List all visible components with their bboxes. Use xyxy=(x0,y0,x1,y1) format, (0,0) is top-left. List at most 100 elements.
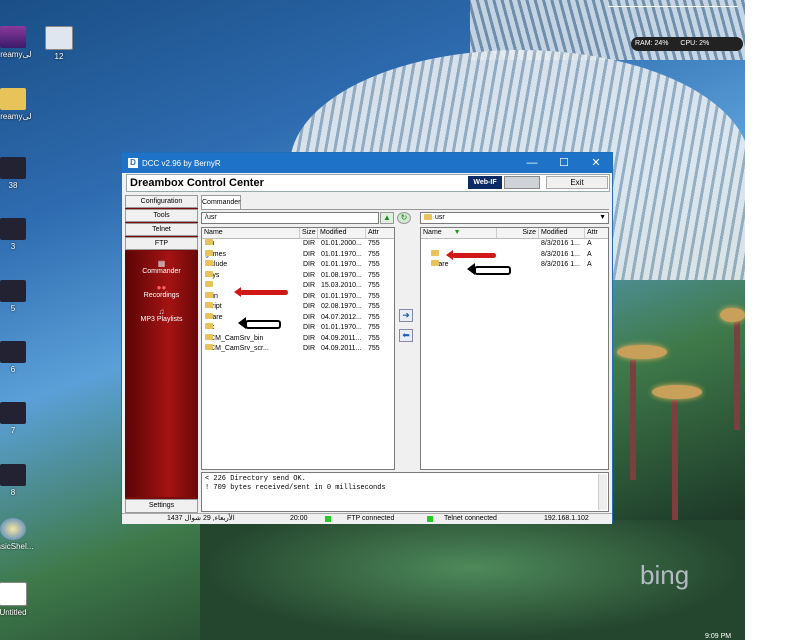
desktop-icon[interactable]: assicShel... xyxy=(0,518,40,551)
file-attr: A xyxy=(587,250,592,258)
file-row[interactable]: ..8/3/2016 1...A xyxy=(421,239,608,250)
left-file-list[interactable]: Name Size Modified Attr bin DIR 01.01.2000… xyxy=(201,227,395,470)
desktop-icon[interactable]: 7 xyxy=(0,402,40,435)
log-scrollbar[interactable] xyxy=(598,474,607,510)
folder-icon xyxy=(424,214,432,220)
file-size: DIR xyxy=(302,250,316,258)
col-attr[interactable]: Attr xyxy=(585,228,608,238)
desktop-icon-label: 12 xyxy=(54,52,64,61)
file-modified: 01.01.1970... xyxy=(321,324,362,331)
widget-border xyxy=(608,6,738,7)
remote-control-icon[interactable] xyxy=(504,176,540,189)
desktop-icon[interactable]: 5 xyxy=(0,280,40,313)
file-modified: 01.01.2000... xyxy=(321,240,362,247)
telnet-button[interactable]: Telnet xyxy=(125,223,198,236)
col-modified[interactable]: Modified xyxy=(539,228,585,238)
cpu-usage: CPU: 2% xyxy=(680,40,710,47)
file-name-text: UCM_CamSrv_bin xyxy=(205,334,264,342)
settings-button[interactable]: Settings xyxy=(125,499,198,513)
right-path-value: usr xyxy=(435,214,445,221)
folder-icon xyxy=(205,344,213,350)
file-attr: 755 xyxy=(368,282,380,289)
ftp-button[interactable]: FTP xyxy=(125,237,198,250)
webif-logo[interactable]: Web-IF xyxy=(468,176,502,189)
ftp-status-led xyxy=(325,516,331,522)
log-output[interactable]: < 226 Directory send OK. ! 709 bytes rec… xyxy=(201,472,609,512)
taskbar-clock[interactable]: 9:09 PM xyxy=(705,633,731,640)
file-row[interactable]: share 8/3/2016 1... A xyxy=(421,260,608,271)
wallpaper-tree-trunk xyxy=(630,360,636,480)
file-row[interactable]: include DIR 01.01.1970... 755 xyxy=(202,260,394,271)
desktop-icon[interactable]: 3 xyxy=(0,218,40,251)
copy-left-button[interactable]: ⬅ xyxy=(399,329,413,342)
video-file-icon xyxy=(0,280,26,302)
up-folder-button[interactable]: ▲ xyxy=(380,212,394,224)
configuration-button[interactable]: Configuration xyxy=(125,195,198,208)
file-row[interactable]: games DIR 01.01.1970... 755 xyxy=(202,249,394,261)
file-modified: 8/3/2016 1... xyxy=(541,240,580,247)
video-file-icon xyxy=(0,341,26,363)
file-attr: 755 xyxy=(368,334,380,342)
col-name[interactable]: Name ▼ xyxy=(421,228,497,238)
copy-right-button[interactable]: ➜ xyxy=(399,309,413,322)
right-file-list[interactable]: Name ▼ Size Modified Attr ..8/3/2016 1..… xyxy=(420,227,609,470)
close-button[interactable]: ✕ xyxy=(580,153,612,173)
col-size[interactable]: Size xyxy=(300,228,318,238)
desktop-icon[interactable]: 8 xyxy=(0,464,40,497)
file-row[interactable]: bin DIR 01.01.2000... 755 xyxy=(202,239,394,250)
file-name: include xyxy=(205,260,297,270)
file-row[interactable]: keys DIR 01.08.1970... 755 xyxy=(202,270,394,282)
file-row[interactable]: UCM_CamSrv_scr... DIR 04.09.2011... 755 xyxy=(202,344,394,355)
folder-icon xyxy=(205,260,213,266)
desktop-icon-label: 6 xyxy=(10,365,16,374)
file-modified: 01.01.1970... xyxy=(321,292,362,300)
file-attr: 755 xyxy=(368,345,380,352)
video-file-icon xyxy=(0,157,26,179)
recordings-nav[interactable]: ●● Recordings xyxy=(125,283,198,299)
desktop-icon-label: 8 xyxy=(10,488,16,497)
desktop-icon[interactable]: 12 xyxy=(32,26,86,61)
wallpaper-tree-trunk xyxy=(734,320,740,430)
file-row[interactable]: sbinDIR01.01.1970...755 xyxy=(202,291,394,303)
col-size[interactable]: Size xyxy=(497,228,539,238)
file-name: UCM_CamSrv_scr... xyxy=(205,344,297,354)
file-size: DIR xyxy=(302,303,316,310)
file-size: DIR xyxy=(302,240,316,247)
commander-nav[interactable]: ▦ Commander xyxy=(125,259,198,275)
file-row[interactable]: srcDIR01.01.1970...755 xyxy=(202,323,394,334)
file-name: script xyxy=(205,302,297,312)
file-row[interactable]: script DIR 02.08.1970... 755 xyxy=(202,302,394,313)
status-time: 20:00 xyxy=(290,515,308,522)
tools-button[interactable]: Tools xyxy=(125,209,198,222)
exit-button[interactable]: Exit xyxy=(546,176,608,189)
col-attr[interactable]: Attr xyxy=(366,228,394,238)
file-attr: A xyxy=(587,240,592,247)
right-path-dropdown[interactable]: usr ▼ xyxy=(420,212,609,224)
annotation-arrow-black xyxy=(238,317,281,329)
maximize-button[interactable]: ☐ xyxy=(548,153,580,173)
tab-commander[interactable]: Commander xyxy=(201,195,241,209)
window-titlebar[interactable]: D DCC v2.96 by BernyR — ☐ ✕ xyxy=(122,153,612,173)
desktop-icon[interactable]: Dreamyلی xyxy=(0,88,40,121)
right-column-header: Name ▼ Size Modified Attr xyxy=(421,228,608,239)
col-modified[interactable]: Modified xyxy=(318,228,366,238)
desktop-icon-label: assicShel... xyxy=(0,542,34,551)
mp3-playlists-nav[interactable]: ♫ MP3 Playlists xyxy=(125,307,198,323)
system-monitor-widget[interactable]: RAM: 24% CPU: 2% xyxy=(631,37,743,51)
file-row[interactable]: share DIR 04.07.2012... 755 xyxy=(202,312,394,324)
file-row[interactable]: UCM_CamSrv_bin DIR 04.09.2011... 755 xyxy=(202,333,394,345)
desktop-icon[interactable]: 38 xyxy=(0,157,40,190)
file-attr: 755 xyxy=(368,303,380,310)
left-path-field[interactable]: /usr xyxy=(201,212,379,224)
minimize-button[interactable]: — xyxy=(516,153,548,173)
desktop-icon[interactable]: 6 xyxy=(0,341,40,374)
annotation-arrow-red xyxy=(234,287,288,297)
col-name[interactable]: Name xyxy=(202,228,300,238)
file-attr: 755 xyxy=(368,271,380,279)
folder-icon xyxy=(205,291,213,298)
refresh-icon[interactable]: ↻ xyxy=(397,212,411,224)
desktop-icon-label: 5 xyxy=(10,304,16,313)
file-row[interactable]: libDIR15.03.2010...755 xyxy=(202,281,394,292)
desktop-icon-label: Untitled xyxy=(0,608,27,617)
desktop-icon[interactable]: Untitled xyxy=(0,582,40,617)
